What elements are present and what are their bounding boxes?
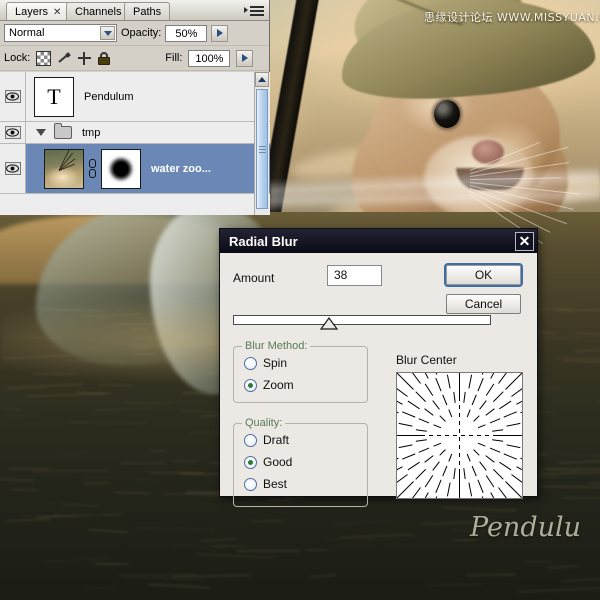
fill-input[interactable]: 100% <box>188 49 231 67</box>
lock-transparent-pixels-icon[interactable] <box>36 50 52 66</box>
layers-panel[interactable]: Layers ✕ Channels Paths Normal Opacity: 5… <box>0 0 270 215</box>
scrollbar-grip-icon <box>258 144 266 155</box>
cancel-button[interactable]: Cancel <box>446 294 521 314</box>
radio-option-zoom[interactable]: Zoom <box>244 374 367 396</box>
radio-icon-selected[interactable] <box>244 455 257 469</box>
dialog-body: Amount 38 OK Cancel Blur Method: Spin Zo… <box>220 253 537 507</box>
radial-blur-dialog[interactable]: Radial Blur ✕ Amount 38 OK Cancel Blur M… <box>219 228 538 507</box>
amount-label: Amount <box>233 271 275 285</box>
layer-list[interactable]: T Pendulum tmp water zoo... <box>0 72 270 215</box>
blur-method-legend: Blur Method: <box>242 340 311 352</box>
close-icon[interactable]: ✕ <box>53 7 61 18</box>
amount-slider-track[interactable] <box>233 315 491 325</box>
blend-mode-value: Normal <box>9 27 45 39</box>
radio-option-good[interactable]: Good <box>244 451 367 473</box>
layer-mask-thumbnail[interactable] <box>101 148 141 189</box>
blur-center-label: Blur Center <box>396 353 457 367</box>
lock-label: Lock: <box>4 52 31 64</box>
radio-icon[interactable] <box>244 356 257 370</box>
tab-paths[interactable]: Paths <box>124 2 171 20</box>
radio-option-spin[interactable]: Spin <box>244 352 367 374</box>
eye-icon[interactable] <box>4 162 21 175</box>
layer-visibility-cell[interactable] <box>0 122 26 143</box>
blend-mode-select[interactable]: Normal <box>4 24 117 42</box>
layer-row-tmp-group[interactable]: tmp <box>0 122 270 144</box>
layer-name-water-zoom[interactable]: water zoo... <box>151 163 211 175</box>
artwork-signature: Pendulu <box>470 512 582 543</box>
tab-channels[interactable]: Channels <box>66 2 131 20</box>
layer-list-scrollbar[interactable] <box>254 72 269 215</box>
layer-visibility-cell[interactable] <box>0 72 26 121</box>
scroll-up-icon[interactable] <box>255 72 269 87</box>
tab-layers[interactable]: Layers ✕ <box>6 2 71 20</box>
hamster-eye <box>434 100 460 128</box>
radio-label-best: Best <box>263 477 288 491</box>
blur-center-preview[interactable] <box>396 372 523 499</box>
lock-icon-group <box>36 50 111 66</box>
radio-icon-selected[interactable] <box>244 378 257 392</box>
chevron-down-icon[interactable] <box>100 26 115 40</box>
lock-position-icon[interactable] <box>78 51 92 65</box>
chevron-down-icon[interactable] <box>36 129 46 136</box>
panel-menu-icon[interactable] <box>244 4 266 18</box>
radio-label-draft: Draft <box>263 433 290 447</box>
layer-thumbnail-image[interactable] <box>44 148 84 189</box>
fill-slider-arrow-icon[interactable] <box>236 49 254 67</box>
scrollbar-thumb[interactable] <box>256 89 268 209</box>
radio-label-zoom: Zoom <box>263 378 294 392</box>
layer-row-water-zoom[interactable]: water zoo... <box>0 144 270 194</box>
amount-input[interactable]: 38 <box>327 265 382 286</box>
close-icon[interactable]: ✕ <box>515 231 534 251</box>
radio-icon[interactable] <box>244 433 257 447</box>
layer-row-pendulum[interactable]: T Pendulum <box>0 72 270 122</box>
tab-layers-label: Layers <box>15 6 49 18</box>
blur-method-group: Blur Method: Spin Zoom <box>233 340 368 403</box>
tab-channels-label: Channels <box>75 6 122 18</box>
radio-option-draft[interactable]: Draft <box>244 429 367 451</box>
layer-name-pendulum[interactable]: Pendulum <box>84 91 134 103</box>
dialog-title: Radial Blur <box>229 233 298 249</box>
fill-label: Fill: <box>165 52 183 64</box>
lock-image-pixels-icon[interactable] <box>58 52 71 65</box>
dialog-titlebar[interactable]: Radial Blur ✕ <box>220 229 537 253</box>
radio-label-spin: Spin <box>263 356 288 370</box>
layer-mask-link-icon[interactable] <box>87 156 98 182</box>
eye-icon[interactable] <box>4 90 21 103</box>
opacity-label: Opacity: <box>121 27 162 39</box>
lock-all-icon[interactable] <box>98 51 111 65</box>
folder-icon <box>54 123 72 139</box>
text-layer-glyph: T <box>47 83 61 109</box>
lock-options-row: Lock: Fill: 100% <box>0 46 269 71</box>
eye-icon[interactable] <box>4 126 21 139</box>
blend-options-row: Normal Opacity: 50% <box>0 21 269 46</box>
chevron-left-icon <box>244 7 248 13</box>
layer-visibility-cell[interactable] <box>0 144 26 193</box>
watermark-text: 思缘设计论坛 WWW.MISSYUAN.COM <box>424 11 600 24</box>
quality-group: Quality: Draft Good Best <box>233 417 368 507</box>
radio-icon[interactable] <box>244 477 257 491</box>
quality-legend: Quality: <box>242 417 286 429</box>
layer-name-tmp[interactable]: tmp <box>82 127 100 139</box>
ok-button[interactable]: OK <box>444 263 523 287</box>
opacity-slider-arrow-icon[interactable] <box>211 24 229 42</box>
layer-thumbnail-text[interactable]: T <box>34 76 74 117</box>
tab-paths-label: Paths <box>133 6 162 18</box>
opacity-input[interactable]: 50% <box>165 24 208 42</box>
radio-option-best[interactable]: Best <box>244 473 367 495</box>
radio-label-good: Good <box>263 455 293 469</box>
amount-slider-thumb[interactable] <box>320 317 339 330</box>
panel-tab-bar: Layers ✕ Channels Paths <box>0 0 269 21</box>
hamster-nose <box>472 140 504 164</box>
